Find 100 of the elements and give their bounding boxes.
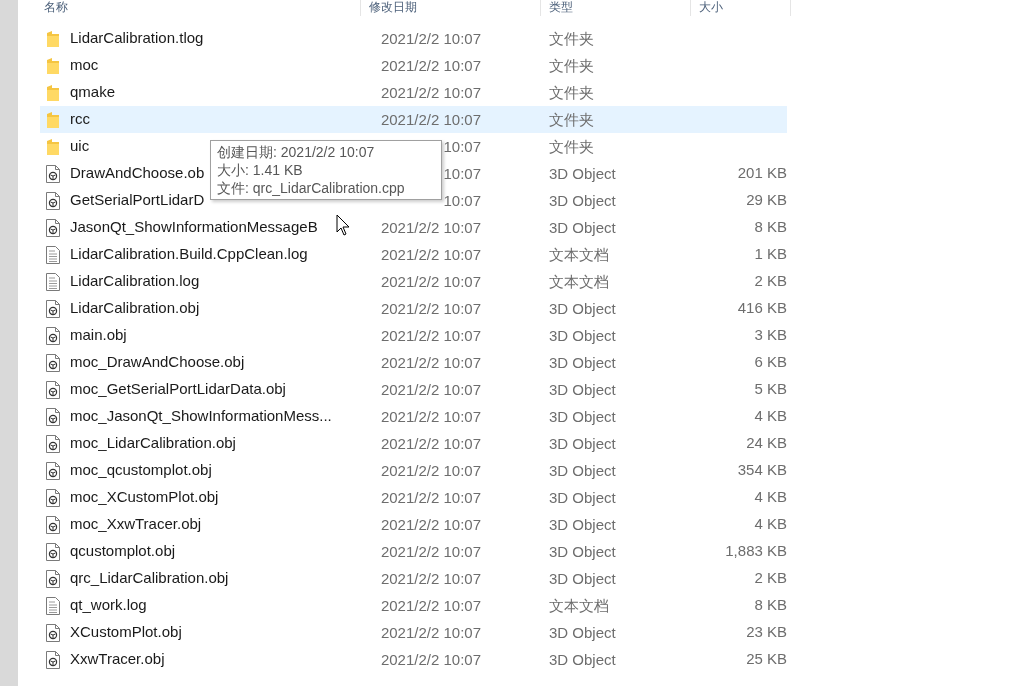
file-size: 5 KB [754, 379, 787, 400]
file-name: rcc [70, 109, 90, 130]
file-size: 2 KB [754, 568, 787, 589]
folder-icon [47, 30, 59, 47]
file-size: 25 KB [746, 649, 787, 670]
column-header[interactable]: 修改日期 [369, 0, 417, 14]
file-size: 6 KB [754, 352, 787, 373]
tooltip-line: 创建日期: 2021/2/2 10:07 [217, 143, 376, 161]
modified-date: 2021/2/2 10:07 [380, 515, 481, 533]
file-type: 3D Object [549, 380, 616, 398]
file-name: LidarCalibration.obj [70, 298, 200, 319]
modified-date: 2021/2/2 10:07 [380, 272, 481, 290]
cube-file-icon [46, 191, 60, 210]
file-type: 文件夹 [549, 56, 594, 74]
file-type: 3D Object [549, 461, 616, 479]
file-type: 3D Object [549, 542, 616, 560]
file-size: 23 KB [746, 622, 787, 643]
cube-file-icon [46, 650, 60, 669]
cube-file-icon [46, 380, 60, 399]
file-size: 4 KB [754, 514, 787, 535]
file-size: 201 KB [737, 163, 787, 184]
file-name: main.obj [70, 325, 127, 346]
modified-date: 2021/2/2 10:07 [380, 650, 481, 668]
modified-date: 2021/2/2 10:07 [380, 353, 481, 371]
modified-date: 2021/2/2 10:07 [380, 434, 481, 452]
file-type: 3D Object [549, 623, 616, 641]
file-name: qt_work.log [70, 595, 147, 616]
modified-date: 2021/2/2 10:07 [380, 407, 481, 425]
modified-date: 2021/2/2 10:07 [380, 461, 481, 479]
file-type: 3D Object [549, 326, 616, 344]
file-type: 3D Object [549, 488, 616, 506]
file-type: 文件夹 [549, 29, 594, 47]
file-size: 2 KB [754, 271, 787, 292]
modified-date: 2021/2/2 10:07 [380, 218, 481, 236]
folder-icon [47, 84, 59, 101]
file-name: moc_XCustomPlot.obj [70, 487, 219, 508]
cube-file-icon [46, 299, 60, 318]
file-size: 24 KB [746, 433, 787, 454]
modified-date: 2021/2/2 10:07 [380, 245, 481, 263]
file-name: moc [70, 55, 99, 76]
cube-file-icon [46, 623, 60, 642]
cube-file-icon [46, 407, 60, 426]
file-size: 4 KB [754, 406, 787, 427]
file-name: moc_LidarCalibration.obj [70, 433, 236, 454]
file-type: 3D Object [549, 650, 616, 668]
file-type: 3D Object [549, 218, 616, 236]
selected-row[interactable]: rcc 2021/2/2 10:07 文件夹 [40, 106, 787, 133]
file-name: LidarCalibration.Build.CppClean.log [70, 244, 308, 265]
modified-date: 2021/2/2 10:07 [380, 56, 481, 74]
column-header[interactable]: 大小 [699, 0, 723, 14]
file-size: 416 KB [737, 298, 787, 319]
file-size: 1,883 KB [725, 541, 787, 562]
file-name: moc_DrawAndChoose.obj [70, 352, 245, 373]
file-type: 3D Object [549, 299, 616, 317]
file-size: 1 KB [754, 244, 787, 265]
file-size: 354 KB [737, 460, 787, 481]
file-type: 3D Object [549, 353, 616, 371]
file-type: 3D Object [549, 191, 616, 209]
file-type: 3D Object [549, 407, 616, 425]
file-name: qcustomplot.obj [70, 541, 176, 562]
cube-file-icon [46, 326, 60, 345]
tooltip-line: 大小: 1.41 KB [217, 161, 304, 179]
folder-icon [47, 111, 59, 128]
folder-icon [47, 57, 59, 74]
modified-date: 2021/2/2 10:07 [380, 380, 481, 398]
file-type: 文件夹 [549, 110, 594, 128]
modified-date: 2021/2/2 10:07 [380, 623, 481, 641]
file-name: DrawAndChoose.ob [70, 163, 205, 184]
file-name: XCustomPlot.obj [70, 622, 182, 643]
cube-file-icon [46, 164, 60, 183]
column-header[interactable]: 类型 [549, 0, 573, 14]
folder-icon [47, 138, 59, 155]
file-type: 文本文档 [549, 596, 609, 614]
file-name: moc_JasonQt_ShowInformationMess... [70, 406, 332, 427]
modified-date: 2021/2/2 10:07 [380, 569, 481, 587]
cube-file-icon [46, 461, 60, 480]
cube-file-icon [46, 488, 60, 507]
file-name: uic [70, 136, 90, 157]
file-type: 文件夹 [549, 137, 594, 155]
cube-file-icon [46, 434, 60, 453]
tooltip-line: 文件: qrc_LidarCalibration.cpp [217, 179, 406, 197]
cube-file-icon [46, 353, 60, 372]
file-name: moc_XxwTracer.obj [70, 514, 202, 535]
file-type: 3D Object [549, 569, 616, 587]
column-header[interactable]: 名称 [44, 0, 68, 14]
cube-file-icon [46, 218, 60, 237]
file-name: moc_GetSerialPortLidarData.obj [70, 379, 286, 400]
file-name: moc_qcustomplot.obj [70, 460, 212, 481]
modified-date: 2021/2/2 10:07 [380, 83, 481, 101]
text-file-icon [46, 245, 60, 264]
scroll-bar[interactable] [0, 0, 18, 686]
file-type: 文本文档 [549, 272, 609, 290]
file-name: qmake [70, 82, 116, 103]
file-type: 3D Object [549, 515, 616, 533]
modified-date: 10:07 [443, 164, 481, 182]
file-type: 文件夹 [549, 83, 594, 101]
file-size: 8 KB [754, 595, 787, 616]
file-size: 8 KB [754, 217, 787, 238]
file-size: 3 KB [754, 325, 787, 346]
modified-date: 2021/2/2 10:07 [380, 596, 481, 614]
